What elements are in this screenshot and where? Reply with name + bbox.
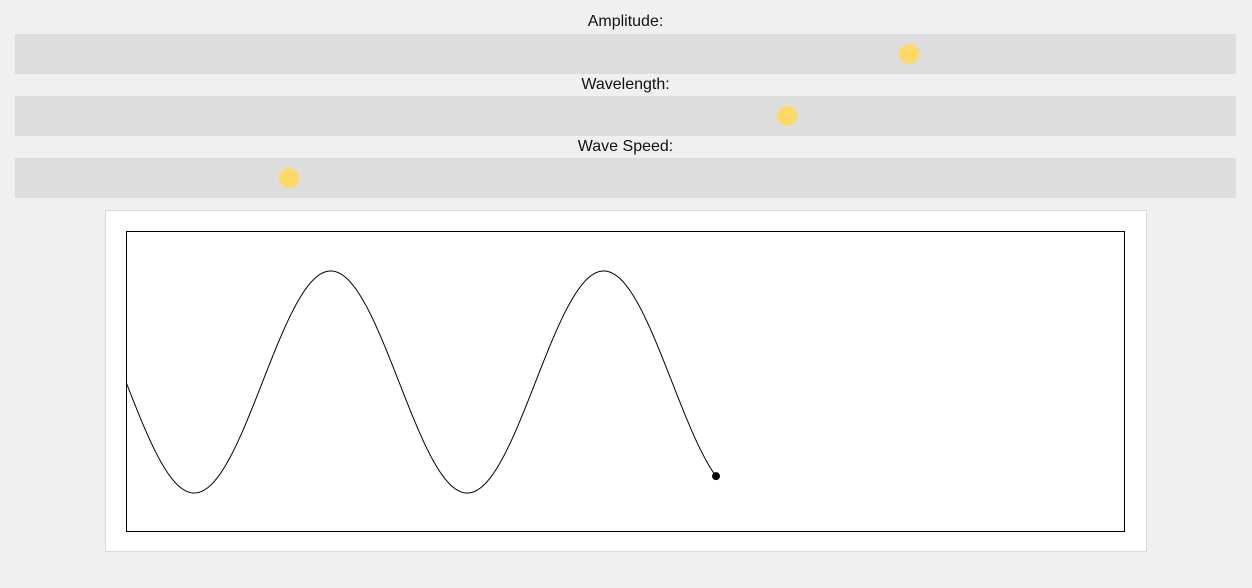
amplitude-slider-thumb[interactable]	[898, 44, 919, 64]
wave-canvas-border	[126, 231, 1125, 532]
wave-controls: Amplitude: Wavelength: Wave Speed:	[15, 0, 1236, 198]
wave-speed-label: Wave Speed:	[577, 138, 674, 155]
wave-speed-slider[interactable]	[15, 158, 1236, 198]
wave-canvas-panel	[105, 210, 1147, 552]
wavelength-slider-thumb[interactable]	[776, 106, 797, 126]
wavelength-label: Wavelength:	[581, 76, 670, 93]
amplitude-slider[interactable]	[15, 34, 1236, 74]
wave-canvas	[126, 231, 1125, 532]
wave-speed-slider-thumb[interactable]	[278, 168, 299, 188]
amplitude-label: Amplitude:	[587, 13, 664, 30]
end-point-dot-icon	[712, 472, 720, 481]
wavelength-slider[interactable]	[15, 96, 1236, 136]
